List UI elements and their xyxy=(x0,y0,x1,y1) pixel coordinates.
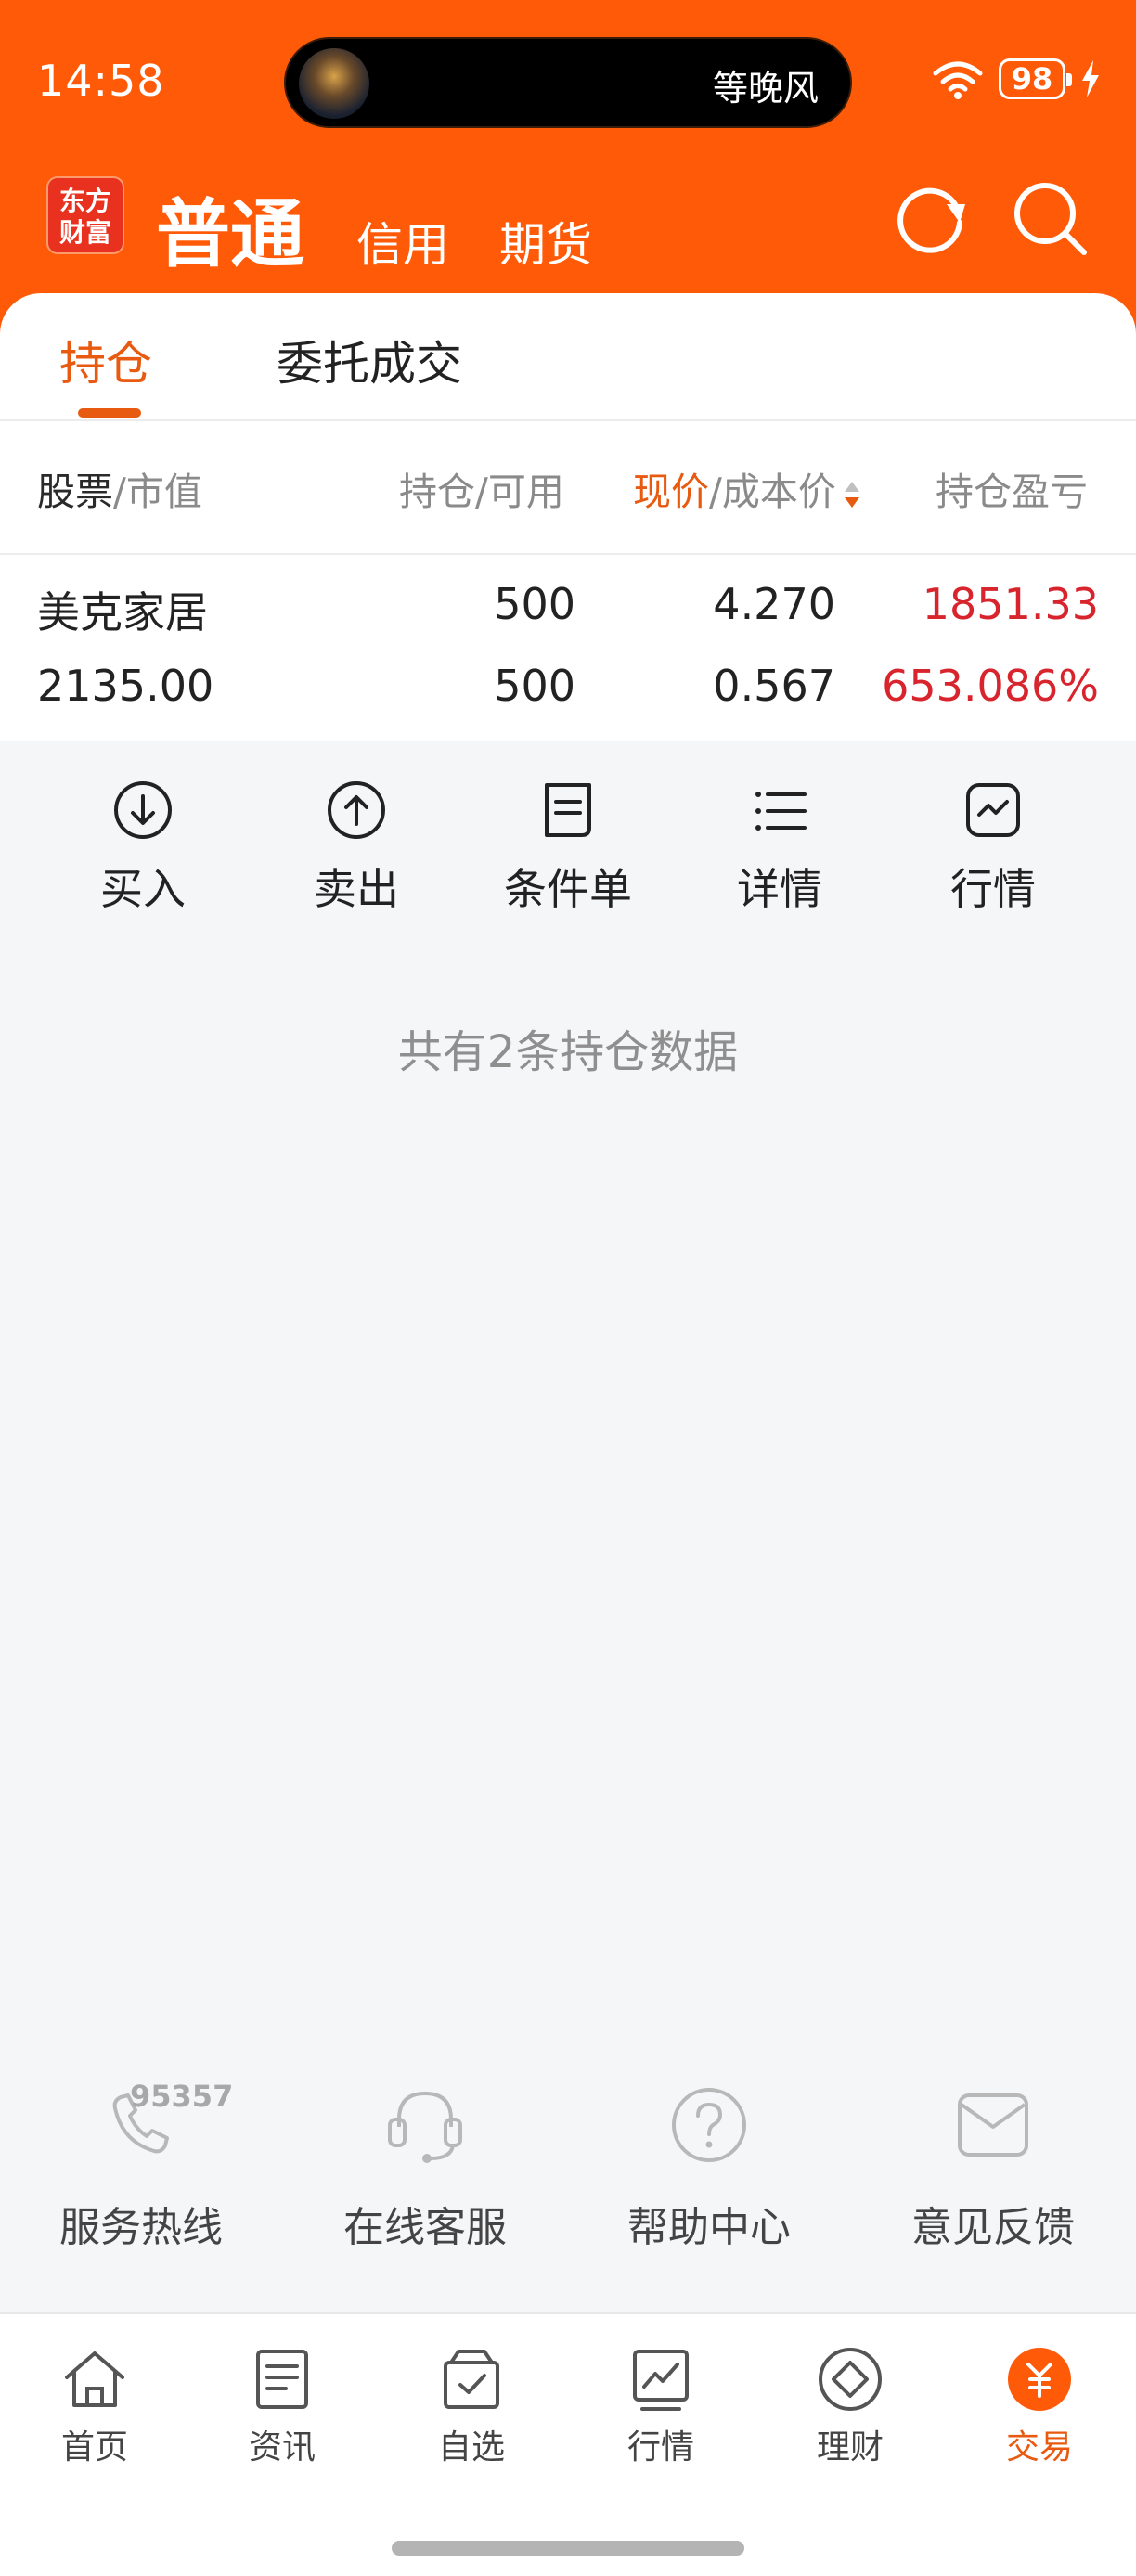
col-market-value-label: /市值 xyxy=(113,470,202,514)
online-service-link[interactable]: 在线客服 xyxy=(304,2079,546,2253)
header: 14:58 等晚风 98 东方 财富 普通 信用 期货 xyxy=(0,0,1136,334)
col-price-cost[interactable]: 现价/成本价 xyxy=(633,460,862,516)
battery-level: 98 xyxy=(1011,61,1053,97)
tab-futures[interactable]: 期货 xyxy=(499,208,592,275)
feedback-label: 意见反馈 xyxy=(911,2204,1075,2251)
nav-watchlist[interactable]: 自选 xyxy=(397,2344,546,2468)
cost-price: 0.567 xyxy=(713,661,835,711)
tab-orders[interactable]: 委托成交 xyxy=(277,327,462,393)
nav-market-label: 行情 xyxy=(626,2428,694,2467)
help-center-link[interactable]: 帮助中心 xyxy=(588,2079,830,2253)
hotline-number: 95357 xyxy=(130,2079,234,2114)
home-indicator xyxy=(392,2541,744,2556)
stock-name: 美克家居 xyxy=(37,587,208,638)
nav-home[interactable]: 首页 xyxy=(20,2344,169,2468)
quote-label: 行情 xyxy=(950,864,1036,914)
status-time: 14:58 xyxy=(37,56,165,106)
buy-label: 买入 xyxy=(100,864,186,914)
col-stock-value: 股票/市值 xyxy=(37,460,202,516)
search-icon[interactable] xyxy=(1008,176,1091,260)
position-actions: 买入 卖出 条件单 详情 行情 xyxy=(0,778,1136,926)
watchlist-icon xyxy=(444,2350,499,2409)
feedback-link[interactable]: 意见反馈 xyxy=(872,2079,1114,2253)
nav-wealth-label: 理财 xyxy=(816,2428,884,2467)
nav-news-label: 资讯 xyxy=(248,2428,316,2467)
tab-normal[interactable]: 普通 xyxy=(156,174,304,282)
position-row[interactable]: 美克家居 2135.00 500 500 4.270 0.567 1851.33… xyxy=(0,555,1136,741)
sell-label: 卖出 xyxy=(314,864,399,914)
hotline-label: 服务热线 xyxy=(59,2204,223,2251)
news-icon xyxy=(256,2350,308,2409)
logo-line1: 东方 xyxy=(58,186,111,216)
col-cost-label: /成本价 xyxy=(709,470,836,514)
bottom-nav: 首页 资讯 自选 行情 理财 交易 xyxy=(0,2312,1136,2576)
holdings-table-header: 股票/市值 持仓/可用 现价/成本价 持仓盈亏 xyxy=(0,419,1136,555)
details-label: 详情 xyxy=(737,864,822,914)
nav-trade-label: 交易 xyxy=(1005,2428,1073,2467)
headset-icon xyxy=(388,2091,462,2163)
tab-holdings[interactable]: 持仓 xyxy=(59,327,152,393)
nav-trade[interactable]: 交易 xyxy=(965,2344,1114,2468)
trade-page: 14:58 等晚风 98 东方 财富 普通 信用 期货 持仓 委托成交 股票/市… xyxy=(0,0,1136,2576)
now-playing-title: 等晚风 xyxy=(712,68,819,109)
refresh-icon[interactable] xyxy=(889,176,973,260)
dynamic-island[interactable]: 等晚风 xyxy=(284,37,852,128)
details-button[interactable]: 详情 xyxy=(687,778,872,917)
home-icon xyxy=(65,2351,124,2407)
help-center-label: 帮助中心 xyxy=(627,2204,791,2251)
sort-icon xyxy=(844,482,859,508)
market-value: 2135.00 xyxy=(37,661,214,711)
sell-button[interactable]: 卖出 xyxy=(264,778,449,917)
current-price: 4.270 xyxy=(713,579,835,629)
pnl-amount: 1851.33 xyxy=(922,579,1099,629)
nav-watchlist-label: 自选 xyxy=(437,2428,505,2467)
content-tabs: 持仓 委托成交 xyxy=(0,293,1136,419)
battery-indicator: 98 xyxy=(999,58,1072,99)
wealth-diamond-icon xyxy=(819,2348,882,2411)
list-icon xyxy=(755,792,807,831)
trade-yuan-icon xyxy=(1008,2348,1071,2411)
hotline-link[interactable]: 95357 服务热线 xyxy=(20,2079,262,2253)
battery-tip xyxy=(1066,73,1072,86)
col-holding-available: 持仓/可用 xyxy=(399,470,564,514)
service-links: 95357 服务热线 在线客服 帮助中心 意见反馈 xyxy=(0,2079,1136,2264)
available-qty: 500 xyxy=(494,661,575,711)
nav-wealth[interactable]: 理财 xyxy=(776,2344,924,2468)
holding-qty: 500 xyxy=(494,579,575,629)
conditional-label: 条件单 xyxy=(504,864,632,914)
pnl-percent: 653.086% xyxy=(882,661,1099,711)
document-icon xyxy=(545,783,591,837)
conditional-order-button[interactable]: 条件单 xyxy=(475,778,661,917)
charging-bolt-icon xyxy=(1082,60,1099,97)
help-icon xyxy=(672,2088,746,2162)
status-icons: 98 xyxy=(930,56,1103,102)
active-tab-indicator xyxy=(78,408,141,418)
nav-home-label: 首页 xyxy=(60,2428,128,2467)
col-price-label: 现价 xyxy=(633,470,709,514)
market-chart-icon xyxy=(633,2350,689,2411)
col-pnl: 持仓盈亏 xyxy=(936,470,1088,514)
quote-button[interactable]: 行情 xyxy=(900,778,1086,917)
wifi-icon xyxy=(933,61,983,99)
album-cover xyxy=(299,48,369,119)
holdings-count-summary: 共有2条持仓数据 xyxy=(397,1026,739,1078)
nav-news[interactable]: 资讯 xyxy=(208,2344,356,2468)
mail-icon xyxy=(958,2093,1028,2157)
online-service-label: 在线客服 xyxy=(343,2204,507,2251)
chart-icon xyxy=(966,783,1020,837)
sell-icon xyxy=(328,781,385,839)
tab-credit[interactable]: 信用 xyxy=(356,208,449,275)
buy-button[interactable]: 买入 xyxy=(50,778,236,917)
logo-line2: 财富 xyxy=(58,217,111,248)
col-stock-label: 股票 xyxy=(37,470,113,514)
app-logo: 东方 财富 xyxy=(46,176,124,254)
nav-market[interactable]: 行情 xyxy=(587,2344,735,2468)
buy-icon xyxy=(114,781,172,839)
